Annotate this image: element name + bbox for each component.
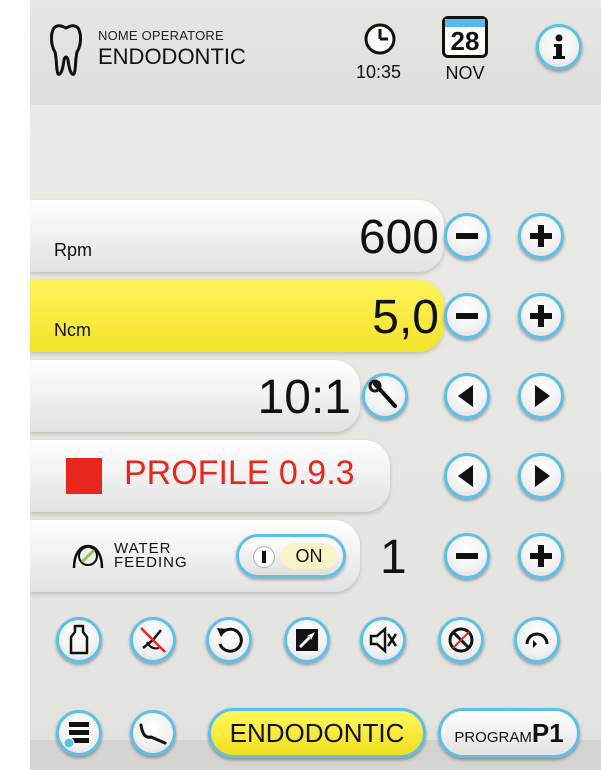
spray-off-icon xyxy=(140,627,166,653)
minus-icon xyxy=(456,313,478,319)
date-month: NOV xyxy=(445,63,485,83)
program-button[interactable]: PROGRAMP1 xyxy=(438,708,580,758)
disabled-icon xyxy=(448,627,474,653)
calendar-icon: 28 xyxy=(442,16,488,58)
profile-color-square xyxy=(66,458,102,494)
profile-name: PROFILE 0.9.3 xyxy=(124,454,355,492)
device-screen: NOME OPERATORE ENDODONTIC 10:35 28 NOV R… xyxy=(30,0,601,770)
arrow-right-icon xyxy=(535,465,550,487)
arrow-left-icon xyxy=(458,385,473,407)
mute-button[interactable] xyxy=(360,617,406,663)
arrow-right-icon xyxy=(535,385,550,407)
water-increase-button[interactable] xyxy=(518,533,564,579)
auto-reverse-icon xyxy=(525,632,549,648)
speed-row: Rpm 600 xyxy=(30,200,601,272)
torque-decrease-button[interactable] xyxy=(444,293,490,339)
disabled-button[interactable] xyxy=(438,617,484,663)
water-icon xyxy=(72,544,104,569)
speed-value: 600 xyxy=(358,211,439,264)
handpiece-button[interactable] xyxy=(130,710,176,756)
speed-unit-label: Rpm xyxy=(54,240,93,260)
operator-name[interactable]: ENDODONTIC xyxy=(98,44,246,70)
plus-icon xyxy=(530,545,552,567)
auto-reverse-button[interactable] xyxy=(514,617,560,663)
minus-icon xyxy=(456,233,478,239)
ratio-next-button[interactable] xyxy=(518,373,564,419)
operator-label: NOME OPERATORE xyxy=(98,28,224,43)
tooth-icon xyxy=(50,24,82,76)
water-row: WATER FEEDING ON 1 xyxy=(30,520,601,592)
speed-increase-button[interactable] xyxy=(518,213,564,259)
handpiece-settings-button[interactable] xyxy=(362,373,408,419)
speed-decrease-button[interactable] xyxy=(444,213,490,259)
minus-icon xyxy=(456,553,478,559)
water-feeding-label: WATER FEEDING xyxy=(114,541,188,571)
water-level-value: 1 xyxy=(380,531,407,584)
info-icon xyxy=(553,34,565,59)
endodontic-mode-button[interactable]: ENDODONTIC xyxy=(208,708,426,758)
torque-row: Ncm 5,0 xyxy=(30,280,601,352)
menu-list-icon xyxy=(63,722,89,749)
auto-forward-button[interactable] xyxy=(284,617,330,663)
power-icon xyxy=(253,546,275,568)
ratio-value: 10:1 xyxy=(257,371,351,424)
menu-list-button[interactable] xyxy=(56,710,102,756)
plus-icon xyxy=(530,225,552,247)
water-feeding-toggle[interactable]: ON xyxy=(236,534,346,578)
torque-unit-label: Ncm xyxy=(54,320,91,340)
torque-value: 5,0 xyxy=(372,291,439,344)
bottle-button[interactable] xyxy=(56,617,102,663)
reverse-button[interactable] xyxy=(206,617,252,663)
program-id: P1 xyxy=(531,718,564,748)
wrench-icon xyxy=(368,379,397,408)
spray-off-button[interactable] xyxy=(130,617,176,663)
header-bar: NOME OPERATORE ENDODONTIC 10:35 28 NOV xyxy=(30,0,601,105)
handpiece-icon xyxy=(139,723,167,745)
info-button[interactable] xyxy=(536,24,582,70)
auto-forward-icon xyxy=(296,629,318,651)
profile-previous-button[interactable] xyxy=(444,453,490,499)
profile-row: PROFILE 0.9.3 xyxy=(30,440,601,512)
torque-increase-button[interactable] xyxy=(518,293,564,339)
program-prefix: PROGRAM xyxy=(454,729,532,746)
water-decrease-button[interactable] xyxy=(444,533,490,579)
bottle-icon xyxy=(69,624,89,655)
date-day: 28 xyxy=(450,26,480,56)
time-display: 10:35 xyxy=(356,62,402,82)
ratio-previous-button[interactable] xyxy=(444,373,490,419)
toggle-state-label: ON xyxy=(281,543,337,569)
water-label-line2: FEEDING xyxy=(114,554,188,571)
profile-next-button[interactable] xyxy=(518,453,564,499)
reverse-icon xyxy=(217,627,243,653)
clock-icon xyxy=(364,23,396,55)
mute-icon xyxy=(369,626,398,654)
arrow-left-icon xyxy=(458,465,473,487)
plus-icon xyxy=(530,305,552,327)
ratio-row: 10:1 xyxy=(30,360,601,432)
